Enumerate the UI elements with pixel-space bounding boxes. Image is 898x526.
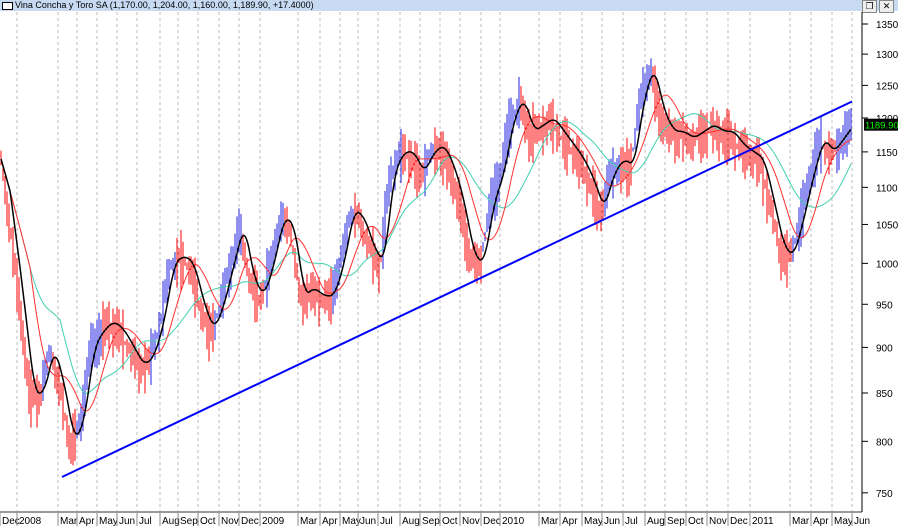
x-tick-label: May — [834, 516, 853, 526]
fast-moving-average — [0, 74, 852, 435]
x-tick-label: Jul — [139, 516, 152, 526]
x-tick-label: Aug — [402, 516, 420, 526]
x-tick-label: Apr — [79, 516, 95, 526]
x-tick-label: Jul — [625, 516, 638, 526]
x-tick-label: 2011 — [752, 516, 774, 526]
x-tick-label: Sep — [667, 516, 685, 526]
x-tick-label: Oct — [200, 516, 216, 526]
x-tick-label: Mar — [300, 516, 318, 526]
x-tick-label: Nov — [221, 516, 239, 526]
x-tick-label: 2009 — [262, 516, 285, 526]
x-tick-label: 2010 — [502, 516, 525, 526]
y-tick-label: 950 — [876, 300, 893, 311]
y-tick-label: 1350 — [876, 20, 898, 31]
x-tick-label: Apr — [562, 516, 578, 526]
x-tick-label: Nov — [462, 516, 480, 526]
y-tick-label: 750 — [876, 489, 893, 500]
y-tick-label: 1250 — [876, 81, 898, 92]
x-tick-label: Aug — [162, 516, 180, 526]
y-tick-label: 1050 — [876, 220, 898, 231]
x-tick-label: Jun — [604, 516, 620, 526]
x-tick-label: Nov — [709, 516, 727, 526]
x-tick-label: Oct — [688, 516, 704, 526]
y-tick-label: 850 — [876, 389, 893, 400]
x-tick-label: Apr — [813, 516, 829, 526]
x-tick-label: Jun — [119, 516, 135, 526]
y-tick-label: 1300 — [876, 50, 898, 61]
x-tick-label: Dec — [483, 516, 501, 526]
y-tick-label: 800 — [876, 437, 893, 448]
x-tick-label: Mar — [541, 516, 559, 526]
x-tick-label: Mar — [60, 516, 78, 526]
x-tick-label: Mar — [792, 516, 810, 526]
x-tick-label: Aug — [647, 516, 665, 526]
y-tick-label: 1100 — [876, 183, 898, 194]
y-tick-label: 1150 — [876, 148, 898, 159]
y-tick-label: 900 — [876, 343, 893, 354]
x-tick-label: Dec — [730, 516, 748, 526]
x-tick-label: 2008 — [19, 516, 42, 526]
x-tick-label: Oct — [442, 516, 458, 526]
x-tick-label: Jun — [854, 516, 870, 526]
x-tick-label: Sep — [180, 516, 198, 526]
x-tick-label: Dec — [241, 516, 259, 526]
x-tick-label: Jul — [380, 516, 393, 526]
x-tick-label: Apr — [322, 516, 338, 526]
x-tick-label: Jun — [360, 516, 376, 526]
x-tick-label: May — [99, 516, 118, 526]
last-price-label: 1189.900 — [865, 121, 898, 132]
x-tick-label: Sep — [422, 516, 440, 526]
y-tick-label: 1000 — [876, 259, 898, 270]
price-chart: Dec 2008 Mar Apr May Jun Jul Aug Sep Oct Nov Dec 200… — [0, 12, 898, 526]
x-tick-label: May — [584, 516, 603, 526]
